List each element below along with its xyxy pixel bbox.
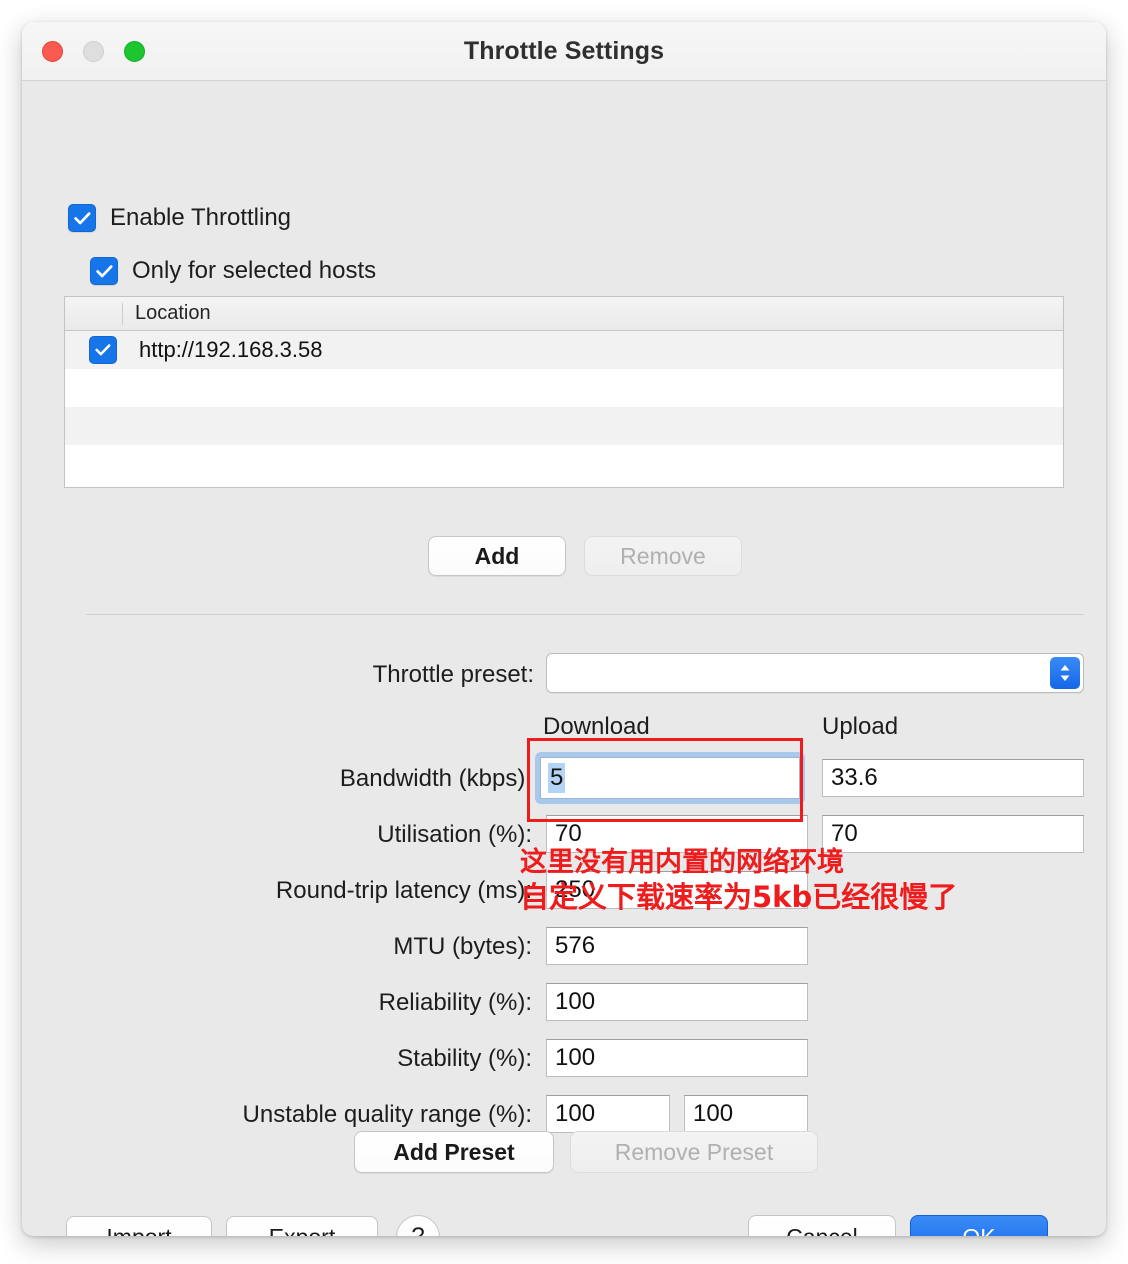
remove-preset-button[interactable]: Remove Preset	[570, 1131, 818, 1173]
table-row[interactable]	[65, 369, 1063, 407]
bandwidth-download-field[interactable]: 5	[540, 757, 800, 799]
bandwidth-label: Bandwidth (kbps):	[339, 765, 532, 792]
bandwidth-download-focus-ring: 5	[535, 752, 805, 804]
reliability-field[interactable]: 100	[546, 983, 808, 1021]
add-host-button[interactable]: Add	[428, 536, 566, 576]
cancel-button[interactable]: Cancel	[748, 1215, 896, 1236]
bandwidth-download-value: 5	[548, 763, 566, 793]
ok-button[interactable]: OK	[910, 1215, 1048, 1236]
mtu-label: MTU (bytes):	[393, 933, 532, 960]
bandwidth-upload-field[interactable]: 33.6	[822, 759, 1084, 797]
hosts-table-rows: http://192.168.3.58	[65, 331, 1063, 483]
mtu-field[interactable]: 576	[546, 927, 808, 965]
window-title: Throttle Settings	[463, 37, 665, 65]
enable-throttling-row[interactable]: Enable Throttling	[68, 204, 291, 232]
unstable-quality-max-field[interactable]: 100	[684, 1095, 808, 1133]
checkmark-icon	[95, 344, 111, 356]
remove-host-button[interactable]: Remove	[584, 536, 742, 576]
add-preset-button[interactable]: Add Preset	[354, 1131, 554, 1173]
export-button[interactable]: Export	[226, 1216, 378, 1236]
round-trip-latency-label: Round-trip latency (ms):	[275, 877, 532, 904]
table-row[interactable]	[65, 407, 1063, 445]
download-column-header: Download	[543, 713, 650, 740]
host-location-value: http://192.168.3.58	[139, 337, 323, 362]
table-row[interactable]	[65, 445, 1063, 483]
upload-column-header: Upload	[822, 713, 899, 740]
table-row[interactable]: http://192.168.3.58	[65, 331, 1063, 369]
hosts-table-header: Location	[65, 297, 1063, 331]
throttle-preset-select[interactable]	[546, 653, 1084, 693]
enable-throttling-checkbox[interactable]	[68, 204, 96, 232]
checkmark-icon	[95, 264, 113, 277]
utilisation-download-field[interactable]: 70	[546, 815, 808, 853]
only-selected-hosts-checkbox[interactable]	[90, 257, 118, 285]
dialog-content: Enable Throttling Only for selected host…	[22, 81, 1106, 1236]
stability-field[interactable]: 100	[546, 1039, 808, 1077]
round-trip-latency-field[interactable]: 250	[546, 871, 808, 909]
help-button[interactable]: ?	[396, 1215, 440, 1236]
utilisation-upload-field[interactable]: 70	[822, 815, 1084, 853]
only-selected-hosts-label: Only for selected hosts	[132, 257, 377, 284]
chevron-updown-icon[interactable]	[1050, 657, 1080, 689]
hosts-table[interactable]: Location http://192.168.3.58	[64, 296, 1064, 488]
unstable-quality-range-label: Unstable quality range (%):	[242, 1101, 532, 1128]
stability-label: Stability (%):	[397, 1045, 532, 1072]
section-divider	[86, 614, 1084, 615]
enable-throttling-label: Enable Throttling	[110, 204, 292, 231]
hosts-table-location-column-header: Location	[135, 302, 211, 324]
reliability-label: Reliability (%):	[378, 989, 532, 1016]
utilisation-label: Utilisation (%):	[377, 821, 532, 848]
only-selected-hosts-row[interactable]: Only for selected hosts	[90, 257, 376, 285]
hosts-table-checkbox-column-header	[65, 302, 123, 325]
window-titlebar: Throttle Settings	[22, 22, 1106, 81]
checkmark-icon	[73, 211, 91, 224]
import-button[interactable]: Import	[66, 1216, 212, 1236]
host-enabled-checkbox[interactable]	[89, 336, 117, 364]
throttle-preset-label: Throttle preset:	[372, 661, 534, 688]
throttle-settings-window: Throttle Settings Enable Throttling Only…	[22, 22, 1106, 1236]
unstable-quality-min-field[interactable]: 100	[546, 1095, 670, 1133]
